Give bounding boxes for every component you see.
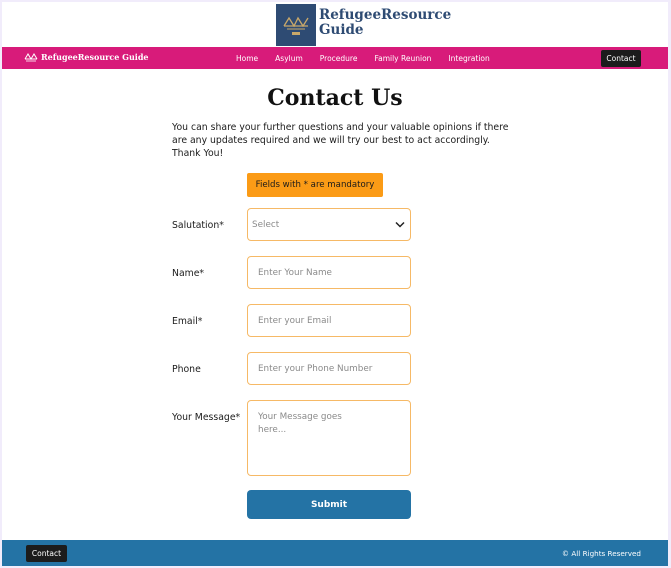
salutation-label: Salutation* — [172, 220, 224, 231]
name-input-placeholder: Enter Your Name — [258, 267, 332, 278]
email-input[interactable]: Enter your Email — [247, 304, 411, 337]
phone-input[interactable]: Enter your Phone Number — [247, 352, 411, 385]
nav-links: Home Asylum Procedure Family Reunion Int… — [236, 47, 507, 69]
nav-contact-button[interactable]: Contact — [601, 50, 641, 67]
page: RefugeeResource Guide RefugeeResource Gu… — [2, 2, 668, 566]
bridge-small-icon — [24, 52, 38, 61]
nav-link-procedure[interactable]: Procedure — [320, 54, 358, 63]
salutation-select[interactable]: Select — [247, 208, 411, 241]
brand-title[interactable]: RefugeeResource Guide — [319, 8, 451, 38]
name-input[interactable]: Enter Your Name — [247, 256, 411, 289]
nav-bar: RefugeeResource Guide Home Asylum Proced… — [2, 47, 668, 69]
nav-logo-text: RefugeeResource Guide — [41, 52, 149, 62]
bridge-logo-icon — [283, 16, 309, 35]
email-input-placeholder: Enter your Email — [258, 315, 332, 326]
brand-title-line1: RefugeeResource — [319, 7, 452, 23]
email-label: Email* — [172, 316, 203, 327]
message-label: Your Message* — [172, 412, 241, 423]
chevron-down-icon — [395, 221, 405, 228]
submit-button[interactable]: Submit — [247, 490, 411, 519]
copyright-text: © All Rights Reserved — [561, 548, 641, 558]
phone-input-placeholder: Enter your Phone Number — [258, 363, 373, 374]
brand-header: RefugeeResource Guide — [2, 2, 668, 46]
phone-label: Phone — [172, 364, 201, 375]
site-logo[interactable] — [276, 4, 316, 46]
name-label: Name* — [172, 268, 205, 279]
message-textarea[interactable]: Your Message goes here... — [247, 400, 411, 476]
nav-link-asylum[interactable]: Asylum — [275, 54, 303, 63]
nav-link-family-reunion[interactable]: Family Reunion — [374, 54, 431, 63]
nav-link-integration[interactable]: Integration — [448, 54, 489, 63]
page-title: Contact Us — [267, 85, 403, 111]
nav-link-home[interactable]: Home — [236, 54, 258, 63]
footer: Contact © All Rights Reserved — [2, 540, 668, 566]
intro-text: You can share your further questions and… — [172, 122, 509, 159]
message-textarea-placeholder: Your Message goes here... — [258, 412, 342, 435]
footer-contact-button[interactable]: Contact — [26, 545, 67, 562]
nav-logo[interactable]: RefugeeResource Guide — [24, 52, 149, 62]
salutation-select-value: Select — [252, 219, 280, 230]
mandatory-note: Fields with * are mandatory — [247, 173, 383, 197]
brand-title-line2: Guide — [319, 22, 364, 38]
